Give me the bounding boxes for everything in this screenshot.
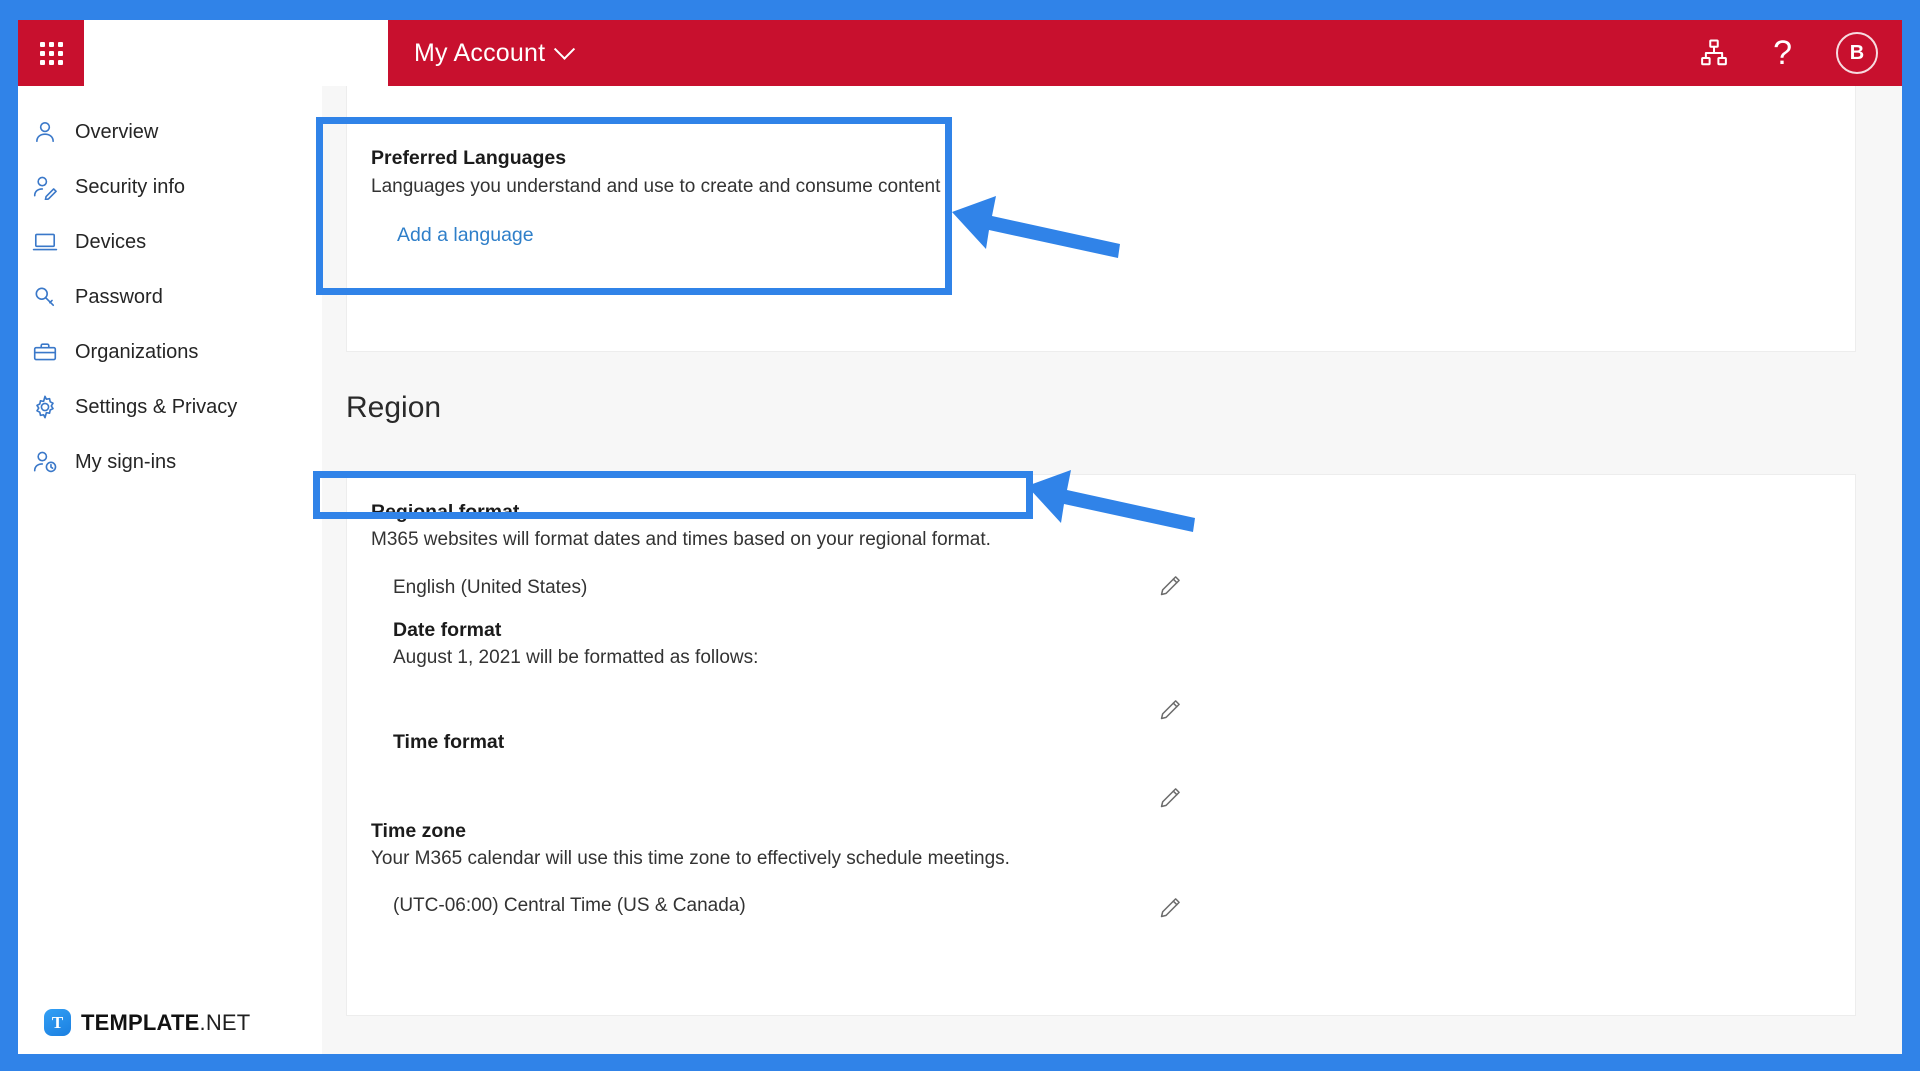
key-icon: [32, 284, 58, 310]
sidebar-item-my-sign-ins[interactable]: My sign-ins: [18, 444, 322, 480]
preferred-languages-title: Preferred Languages: [371, 147, 567, 169]
sidebar-item-organizations[interactable]: Organizations: [18, 334, 322, 370]
sidebar-item-password[interactable]: Password: [18, 279, 322, 315]
languages-card: No preference: detected language - Engli…: [346, 86, 1856, 352]
sidebar-label: Security info: [75, 175, 186, 198]
settings-content-pane: No preference: detected language - Engli…: [322, 86, 1902, 1054]
org-chart-icon[interactable]: [1699, 38, 1729, 68]
app-launcher-button[interactable]: [18, 20, 84, 86]
region-card: Regional format M365 websites will forma…: [346, 474, 1856, 1016]
person-edit-icon: [32, 174, 58, 200]
time-zone-title: Time zone: [371, 820, 466, 842]
edit-time-zone-icon[interactable]: [1157, 895, 1183, 921]
header-actions: ? B: [1699, 20, 1878, 86]
regional-format-value[interactable]: English (United States): [393, 577, 587, 599]
chevron-down-icon: [554, 38, 576, 60]
help-icon[interactable]: ?: [1773, 36, 1792, 70]
preferred-languages-subtitle: Languages you understand and use to crea…: [371, 176, 941, 197]
date-format-title: Date format: [393, 619, 502, 641]
sidebar-label: Password: [75, 285, 163, 308]
left-sidebar: Overview Security info Devices Password …: [18, 86, 322, 1054]
app-window: My Account ? B Overview Security info De…: [18, 20, 1902, 1054]
sidebar-label: Settings & Privacy: [75, 395, 238, 418]
person-icon: [32, 119, 58, 145]
help-glyph: ?: [1773, 34, 1792, 72]
avatar[interactable]: B: [1836, 32, 1878, 74]
watermark-name: TEMPLATE: [81, 1009, 200, 1035]
time-zone-subtitle: Your M365 calendar will use this time zo…: [371, 848, 1010, 869]
time-zone-value[interactable]: (UTC-06:00) Central Time (US & Canada): [393, 895, 746, 917]
regional-format-title: Regional format: [371, 501, 520, 523]
edit-time-format-icon[interactable]: [1157, 785, 1183, 811]
sidebar-item-overview[interactable]: Overview: [18, 114, 322, 150]
my-account-dropdown[interactable]: My Account: [414, 20, 576, 86]
sidebar-label: Organizations: [75, 340, 199, 363]
badge-letter: T: [51, 1012, 64, 1032]
edit-regional-format-icon[interactable]: [1157, 573, 1183, 599]
waffle-icon: [39, 41, 63, 65]
gear-icon: [32, 394, 58, 420]
sidebar-item-security-info[interactable]: Security info: [18, 169, 322, 205]
edit-date-format-icon[interactable]: [1157, 697, 1183, 723]
avatar-initial: B: [1849, 41, 1865, 64]
person-activity-icon: [32, 449, 58, 475]
template-net-logo-icon: T: [44, 1009, 71, 1036]
laptop-icon: [32, 229, 58, 255]
regional-format-subtitle: M365 websites will format dates and time…: [371, 529, 991, 550]
time-format-title: Time format: [393, 731, 505, 753]
template-net-watermark: T TEMPLATE.NET: [44, 1009, 250, 1036]
my-account-label: My Account: [414, 38, 546, 67]
top-header-bar: My Account ? B: [18, 20, 1902, 86]
sidebar-label: Overview: [75, 120, 159, 143]
watermark-text: TEMPLATE.NET: [81, 1010, 250, 1036]
annotation-frame: My Account ? B Overview Security info De…: [0, 0, 1920, 1071]
sidebar-item-settings-privacy[interactable]: Settings & Privacy: [18, 389, 322, 425]
watermark-tld: .NET: [199, 1009, 251, 1035]
region-heading: Region: [346, 391, 442, 424]
date-format-subtitle: August 1, 2021 will be formatted as foll…: [393, 647, 759, 668]
sidebar-label: Devices: [75, 230, 147, 253]
sidebar-label: My sign-ins: [75, 450, 177, 473]
briefcase-icon: [32, 339, 58, 365]
sidebar-item-devices[interactable]: Devices: [18, 224, 322, 260]
header-left-spacer: [84, 20, 388, 86]
add-a-language-link[interactable]: Add a language: [397, 224, 534, 247]
